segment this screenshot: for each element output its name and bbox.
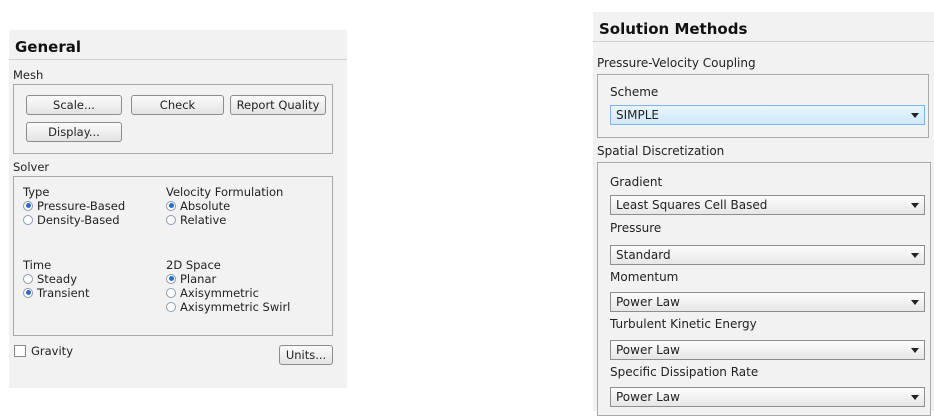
radio-label: Steady [37, 271, 78, 286]
2d-space-label: 2D Space [166, 258, 221, 272]
chevron-down-icon [911, 348, 919, 353]
radio-unselected-icon [23, 273, 33, 284]
display-button[interactable]: Display... [26, 122, 122, 142]
chevron-down-icon [911, 113, 919, 118]
momentum-label: Momentum [610, 270, 679, 284]
gradient-select[interactable]: Least Squares Cell Based [610, 195, 925, 215]
radio-axisymmetric-swirl[interactable]: Axisymmetric Swirl [166, 299, 291, 314]
general-title: General [9, 30, 347, 60]
solver-label: Solver [13, 160, 50, 174]
radio-transient[interactable]: Transient [23, 285, 90, 300]
pressure-value: Standard [616, 248, 671, 262]
gradient-value: Least Squares Cell Based [616, 198, 768, 212]
mesh-label: Mesh [13, 68, 44, 82]
type-label: Type [23, 185, 50, 199]
solver-group: Type Pressure-Based Density-Based Veloci… [13, 176, 333, 336]
radio-unselected-icon [23, 214, 33, 225]
chevron-down-icon [911, 395, 919, 400]
radio-steady[interactable]: Steady [23, 271, 78, 286]
time-label: Time [23, 258, 52, 272]
tke-value: Power Law [616, 343, 680, 357]
radio-label: Pressure-Based [37, 198, 126, 213]
scheme-value: SIMPLE [616, 108, 660, 122]
mesh-group: Scale... Check Report Quality Display... [13, 84, 333, 154]
spatial-discretization-label: Spatial Discretization [597, 144, 725, 158]
gravity-label: Gravity [31, 344, 74, 358]
radio-relative[interactable]: Relative [166, 212, 227, 227]
scheme-label: Scheme [610, 85, 659, 99]
radio-label: Transient [37, 285, 90, 300]
radio-unselected-icon [166, 214, 176, 225]
radio-label: Axisymmetric Swirl [180, 299, 291, 314]
sdr-value: Power Law [616, 390, 680, 404]
general-panel: General Mesh Scale... Check Report Quali… [9, 30, 347, 388]
sdr-label: Specific Dissipation Rate [610, 365, 759, 379]
radio-unselected-icon [166, 301, 176, 312]
radio-label: Planar [180, 271, 217, 286]
radio-pressure-based[interactable]: Pressure-Based [23, 198, 126, 213]
report-quality-button[interactable]: Report Quality [230, 95, 326, 115]
gradient-label: Gradient [610, 175, 663, 189]
velocity-formulation-label: Velocity Formulation [166, 185, 284, 199]
radio-label: Relative [180, 212, 227, 227]
solution-methods-panel: Solution Methods Pressure-Velocity Coupl… [593, 12, 934, 416]
radio-unselected-icon [166, 287, 176, 298]
radio-density-based[interactable]: Density-Based [23, 212, 120, 227]
tke-select[interactable]: Power Law [610, 340, 925, 360]
radio-label: Absolute [180, 198, 231, 213]
momentum-select[interactable]: Power Law [610, 292, 925, 312]
spatial-discretization-group: Gradient Least Squares Cell Based Pressu… [597, 162, 931, 416]
radio-label: Axisymmetric [180, 285, 259, 300]
sdr-select[interactable]: Power Law [610, 387, 925, 407]
momentum-value: Power Law [616, 295, 680, 309]
pv-coupling-label: Pressure-Velocity Coupling [597, 56, 756, 70]
radio-selected-icon [23, 200, 33, 211]
radio-label: Density-Based [37, 212, 120, 227]
scheme-select[interactable]: SIMPLE [610, 105, 925, 125]
gravity-checkbox[interactable] [14, 345, 26, 357]
check-button[interactable]: Check [131, 95, 224, 115]
radio-selected-icon [166, 273, 176, 284]
chevron-down-icon [911, 203, 919, 208]
radio-axisymmetric[interactable]: Axisymmetric [166, 285, 259, 300]
radio-selected-icon [166, 200, 176, 211]
radio-absolute[interactable]: Absolute [166, 198, 231, 213]
tke-label: Turbulent Kinetic Energy [610, 317, 757, 331]
radio-planar[interactable]: Planar [166, 271, 217, 286]
pressure-select[interactable]: Standard [610, 245, 925, 265]
chevron-down-icon [911, 300, 919, 305]
scale-button[interactable]: Scale... [26, 95, 122, 115]
pressure-label: Pressure [610, 221, 662, 235]
chevron-down-icon [911, 253, 919, 258]
units-button[interactable]: Units... [279, 345, 333, 365]
solution-methods-title: Solution Methods [593, 12, 934, 42]
pv-coupling-group: Scheme SIMPLE [597, 74, 929, 138]
radio-selected-icon [23, 287, 33, 298]
